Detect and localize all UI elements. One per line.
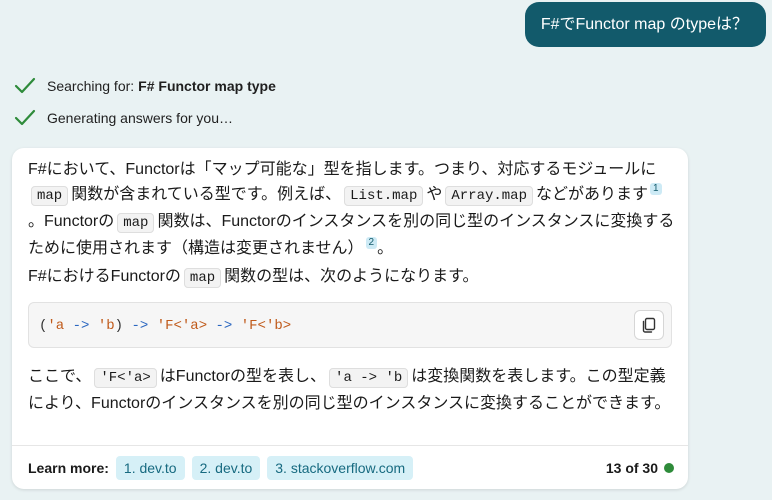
text-span: はFunctorの型を表し、 xyxy=(159,368,327,385)
learn-more-label: Learn more: xyxy=(28,460,109,476)
text-span: F#において、Functorは「マップ可能な」型を指します。つまり、対応するモジ… xyxy=(28,161,657,178)
text-span: 。 xyxy=(377,240,394,257)
copy-icon xyxy=(642,317,656,333)
code-line: ('a -> 'b) -> 'F<'a> -> 'F<'b> xyxy=(39,317,291,335)
answer-paragraph-2: F#におけるFunctorの map 関数の型は、次のようになります。 xyxy=(28,264,676,291)
source-link-2[interactable]: 2. dev.to xyxy=(191,456,261,480)
inline-code: map xyxy=(31,186,69,206)
status-generating: Generating answers for you… xyxy=(14,108,233,128)
text-span: F#におけるFunctorの xyxy=(28,268,181,285)
code-token: 'F<'b> xyxy=(240,318,292,334)
answer-paragraph-3: ここで、 'F<'a> はFunctorの型を表し、'a -> 'b は変換関数を表し… xyxy=(28,364,676,416)
learn-more-footer: Learn more: 1. dev.to 2. dev.to 3. stack… xyxy=(28,455,674,481)
text-span: や xyxy=(426,186,443,203)
code-block: ('a -> 'b) -> 'F<'a> -> 'F<'b> xyxy=(28,302,672,348)
inline-code: 'a -> 'b xyxy=(329,368,409,388)
searching-label: Searching for: xyxy=(47,78,135,94)
code-token: ) xyxy=(114,318,124,334)
response-counter: 13 of 30 xyxy=(606,460,674,476)
generating-label: Generating answers for you… xyxy=(47,110,233,126)
text-span: 。Functorの xyxy=(28,213,115,230)
answer-card: F#において、Functorは「マップ可能な」型を指します。つまり、対応するモジ… xyxy=(12,148,688,489)
source-link-3[interactable]: 3. stackoverflow.com xyxy=(267,456,414,480)
inline-code: List.map xyxy=(344,186,424,206)
code-token: -> xyxy=(131,318,149,334)
user-message-bubble: F#でFunctor map のtypeは？ xyxy=(524,2,766,47)
inline-code: map xyxy=(117,213,155,233)
code-token: 'a xyxy=(47,318,65,334)
text-span: 関数の型は、次のようになります。 xyxy=(224,268,479,285)
response-count-text: 13 of 30 xyxy=(605,460,658,476)
footer-divider xyxy=(12,445,688,446)
status-searching: Searching for: F# Functor map type xyxy=(14,76,276,96)
inline-code: Array.map xyxy=(445,186,533,206)
searching-query: F# Functor map type xyxy=(138,78,276,94)
text-span: などがあります xyxy=(536,186,649,203)
inline-code: 'F<'a> xyxy=(94,368,157,388)
check-icon xyxy=(14,109,36,126)
source-link-1[interactable]: 1. dev.to xyxy=(115,456,185,480)
check-icon xyxy=(14,77,36,94)
code-token: 'b xyxy=(97,318,115,334)
citation-1[interactable]: 1 xyxy=(650,183,662,195)
user-message-text: F#でFunctor map のtypeは？ xyxy=(540,16,748,33)
answer-paragraph-1: F#において、Functorは「マップ可能な」型を指します。つまり、対応するモジ… xyxy=(28,157,676,261)
status-dot xyxy=(664,463,674,473)
copy-button[interactable] xyxy=(634,310,664,340)
code-token: 'F<'a> xyxy=(156,318,208,334)
code-token: -> xyxy=(215,318,233,334)
inline-code: map xyxy=(183,268,222,288)
text-span: ここで、 xyxy=(28,368,92,385)
citation-2[interactable]: 2 xyxy=(365,237,378,249)
code-token: -> xyxy=(72,318,90,334)
text-span: 関数が含まれている型です。例えば、 xyxy=(71,186,342,203)
